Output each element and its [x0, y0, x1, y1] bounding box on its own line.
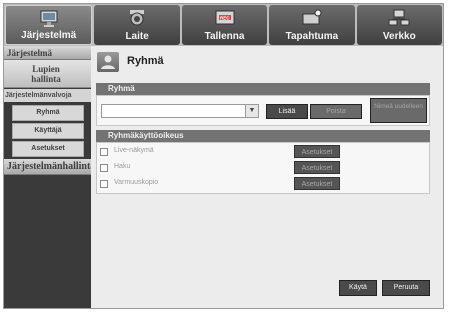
tab-label: Järjestelmä	[21, 30, 77, 41]
group-panel-heading: Ryhmä	[96, 83, 430, 95]
sidebar-item-group[interactable]: Ryhmä	[12, 105, 84, 121]
main-content: Ryhmä Ryhmä ▼ Lisää Poista Nimeä uudelle…	[91, 46, 443, 308]
tab-verkko[interactable]: Verkko	[356, 5, 443, 45]
add-button[interactable]: Lisää	[266, 104, 308, 119]
search-checkbox[interactable]	[100, 164, 108, 172]
svg-text:REC: REC	[220, 16, 230, 21]
sidebar-item-settings[interactable]: Asetukset	[12, 141, 84, 157]
sidebar: Järjestelmä Lupien hallinta Järjestelmän…	[4, 46, 91, 308]
system-monitor-icon	[39, 10, 59, 31]
live-view-settings-button[interactable]: Asetukset	[294, 145, 340, 158]
tab-tapahtuma[interactable]: Tapahtuma	[269, 5, 355, 45]
chevron-down-icon[interactable]: ▼	[245, 105, 258, 117]
permissions-panel-heading: Ryhmäkäyttöoikeus	[96, 130, 430, 142]
page-title: Ryhmä	[127, 55, 164, 67]
app-window: Järjestelmä Laite REC Tallenna Tapahtuma…	[3, 3, 444, 309]
permission-label: Haku	[114, 163, 131, 170]
permission-row-backup: Varmuuskopio Asetukset	[97, 177, 425, 191]
recorder-icon: REC	[214, 9, 236, 30]
permission-row-search: Haku Asetukset	[97, 161, 425, 175]
group-users-icon	[97, 52, 119, 72]
backup-checkbox[interactable]	[100, 180, 108, 188]
sidebar-section-admin: Järjestelmänvalvoja	[4, 89, 91, 102]
event-alert-icon	[301, 9, 323, 30]
tab-label: Verkko	[382, 31, 416, 42]
sidebar-heading[interactable]: Järjestelmä	[4, 46, 91, 60]
apply-button[interactable]: Käytä	[339, 280, 377, 296]
tab-label: Tallenna	[204, 31, 245, 42]
camera-icon	[127, 9, 147, 30]
permission-label: Varmuuskopio	[114, 179, 159, 186]
sidebar-system-management[interactable]: Järjestelmänhallinta	[4, 159, 91, 175]
sidebar-item-label: Lupien hallinta	[31, 64, 61, 84]
tab-laite[interactable]: Laite	[94, 5, 180, 45]
tab-tallenna[interactable]: REC Tallenna	[181, 5, 268, 45]
sidebar-item-permissions[interactable]: Lupien hallinta	[4, 60, 91, 88]
delete-button[interactable]: Poista	[310, 104, 362, 119]
tab-label: Tapahtuma	[285, 31, 339, 42]
cancel-button[interactable]: Peruuta	[382, 280, 430, 296]
tab-label: Laite	[125, 31, 149, 42]
backup-settings-button[interactable]: Asetukset	[294, 177, 340, 190]
live-view-checkbox[interactable]	[100, 148, 108, 156]
permission-label: Live-näkymä	[114, 147, 154, 154]
top-tab-bar: Järjestelmä Laite REC Tallenna Tapahtuma…	[4, 4, 443, 46]
rename-button[interactable]: Nimeä uudelleen	[370, 98, 427, 123]
group-select[interactable]: ▼	[101, 104, 259, 118]
sidebar-item-user[interactable]: Käyttäjä	[12, 123, 84, 139]
permission-row-live: Live-näkymä Asetukset	[97, 145, 425, 159]
tab-jarjestelma[interactable]: Järjestelmä	[5, 5, 93, 45]
network-icon	[388, 9, 410, 30]
search-settings-button[interactable]: Asetukset	[294, 161, 340, 174]
